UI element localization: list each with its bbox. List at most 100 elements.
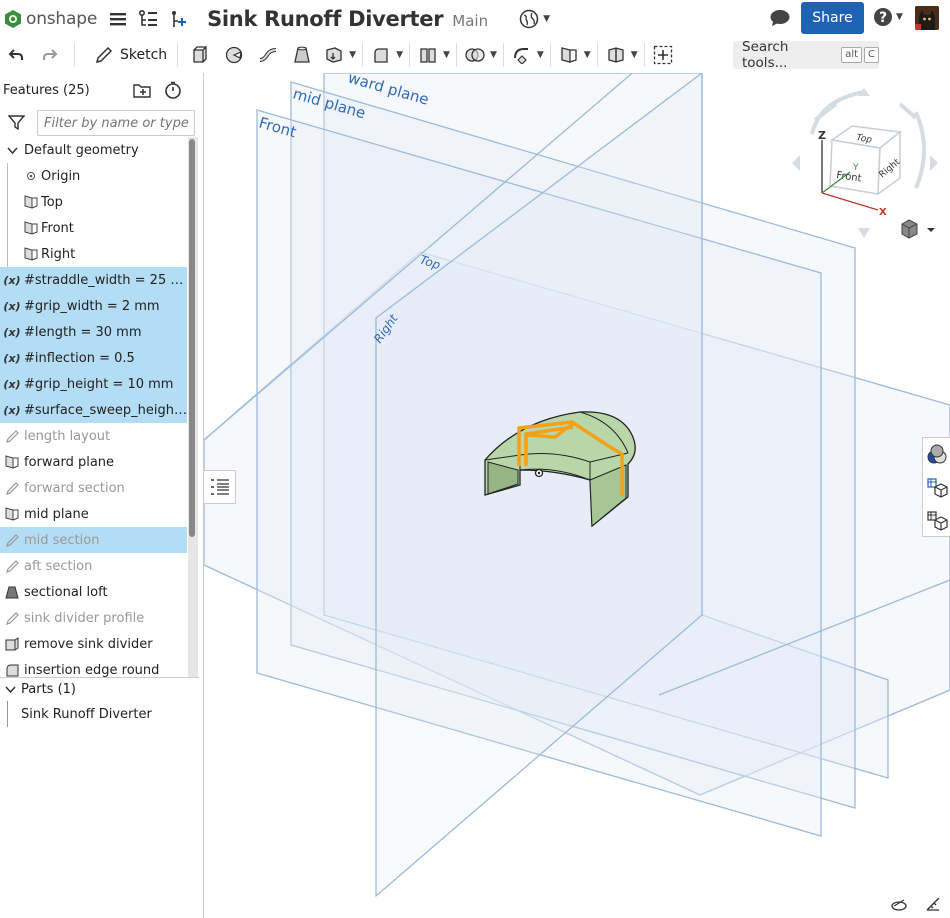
search-tools-button[interactable]: Search tools... alt C (733, 39, 879, 71)
variable-icon: (x) (3, 351, 21, 365)
extrude-icon (0, 637, 24, 651)
feature-item[interactable]: (x) #length = 30 mm (0, 319, 187, 345)
shell-icon[interactable] (416, 40, 440, 70)
feature-item[interactable]: Origin (0, 163, 187, 189)
tree-line (7, 215, 8, 241)
chevron-down-icon[interactable]: ▼ (543, 14, 550, 24)
sweep-icon[interactable] (256, 40, 280, 70)
branch-name[interactable]: Main (452, 12, 488, 30)
feature-filter-input[interactable] (37, 110, 195, 136)
axis-z-label: Z (818, 129, 826, 142)
extrude-icon[interactable] (188, 40, 212, 70)
feature-item[interactable]: remove sink divider (0, 631, 187, 657)
feature-item[interactable]: Top (0, 189, 187, 215)
chevron-down-icon[interactable]: ▼ (584, 50, 591, 60)
model-canvas[interactable]: ward plane mid plane Front Top Right Top… (204, 73, 950, 918)
feature-label: aft section (24, 558, 93, 574)
sketch-label: Sketch (120, 47, 168, 63)
loft-icon[interactable] (290, 40, 314, 70)
shortcut-key: alt (841, 47, 863, 63)
feature-label: Default geometry (24, 142, 139, 158)
feature-item[interactable]: length layout (0, 423, 187, 449)
view-cube[interactable]: Top Front Right Z Y X (792, 88, 938, 238)
chevron-down-icon[interactable]: ▼ (443, 50, 450, 60)
redo-icon[interactable] (40, 40, 60, 70)
undo-icon[interactable] (6, 40, 26, 70)
feature-item[interactable]: forward section (0, 475, 187, 501)
chevron-down-icon[interactable]: ▼ (396, 50, 403, 60)
feature-item[interactable]: mid section (0, 527, 187, 553)
feature-item[interactable]: (x) #grip_height = 10 mm (0, 371, 187, 397)
revolve-icon[interactable] (222, 40, 246, 70)
rollback-timer-icon[interactable] (164, 81, 182, 103)
split-icon[interactable] (604, 40, 628, 70)
help-menu[interactable]: ? ▼ (873, 7, 903, 27)
filter-row (0, 107, 203, 137)
plane-icon (0, 455, 24, 469)
parts-header[interactable]: Parts (1) (0, 677, 199, 701)
globe-icon[interactable] (518, 8, 540, 30)
feature-item[interactable]: (x) #grip_width = 2 mm (0, 293, 187, 319)
fillet-icon (0, 663, 24, 677)
feature-item[interactable]: insertion edge round (0, 657, 187, 677)
chevron-down-icon[interactable]: ▼ (349, 50, 356, 60)
appearance-icon[interactable] (923, 438, 950, 471)
feature-panel-toggle[interactable] (204, 470, 236, 504)
menu-icon[interactable] (107, 8, 129, 30)
measure-icon[interactable] (890, 896, 908, 915)
graphics-viewport[interactable]: ward plane mid plane Front Top Right Top… (204, 73, 950, 918)
toolbar-divider (502, 43, 504, 67)
fillet-icon[interactable] (369, 40, 393, 70)
plane-icon (21, 221, 41, 235)
share-button[interactable]: Share (801, 2, 864, 34)
feature-item[interactable]: sectional loft (0, 579, 187, 605)
view-mode-dropdown[interactable] (901, 219, 935, 239)
feature-item[interactable]: (x) #straddle_width = 25 m... (0, 267, 187, 293)
toolbar-divider (596, 43, 598, 67)
top-header: onshape Sink Runoff Diverter Main ▼ Shar… (0, 0, 950, 37)
variable-icon: (x) (3, 403, 21, 417)
sketch-button[interactable]: Sketch (91, 40, 171, 70)
transform-icon[interactable] (510, 40, 534, 70)
sketch-icon (0, 611, 24, 626)
configurations-icon[interactable] (923, 504, 950, 537)
right-panel-tabs (922, 437, 950, 537)
feature-item[interactable]: mid plane (0, 501, 187, 527)
feature-label: forward plane (24, 454, 115, 470)
feature-label: #inflection = 0.5 (24, 350, 135, 366)
feature-scrollbar-thumb[interactable] (189, 139, 195, 537)
feature-item[interactable]: Right (0, 241, 187, 267)
chevron-down-icon[interactable]: ▼ (537, 50, 544, 60)
feature-item[interactable]: sink divider profile (0, 605, 187, 631)
feature-label: sink divider profile (24, 610, 145, 626)
units-icon[interactable] (924, 896, 942, 916)
feature-list-icon[interactable] (137, 8, 159, 30)
feature-item[interactable]: forward plane (0, 449, 187, 475)
tree-line (7, 163, 8, 189)
variable-insert-icon[interactable] (167, 8, 189, 30)
document-title[interactable]: Sink Runoff Diverter (207, 7, 443, 31)
feature-item[interactable]: (x) #inflection = 0.5 (0, 345, 187, 371)
boolean-icon[interactable] (463, 40, 487, 70)
chevron-down-icon (0, 146, 24, 154)
plane-icon[interactable] (557, 40, 581, 70)
tree-group-header[interactable]: Default geometry (0, 137, 187, 163)
filter-icon[interactable] (7, 114, 26, 135)
feature-label: #length = 30 mm (24, 324, 142, 340)
comment-icon[interactable] (769, 8, 791, 32)
chevron-down-icon[interactable]: ▼ (490, 50, 497, 60)
part-item[interactable]: Sink Runoff Diverter (0, 701, 199, 727)
thicken-icon[interactable] (322, 40, 346, 70)
onshape-logo[interactable]: onshape (4, 9, 97, 29)
tree-line (7, 701, 8, 727)
feature-item[interactable]: (x) #surface_sweep_height... (0, 397, 187, 423)
chevron-down-icon[interactable]: ▼ (631, 50, 638, 60)
feature-item[interactable]: Front (0, 215, 187, 241)
add-custom-feature-icon[interactable] (651, 40, 675, 70)
feature-item[interactable]: aft section (0, 553, 187, 579)
feature-label: length layout (24, 428, 111, 444)
add-folder-icon[interactable] (133, 82, 152, 102)
plane-icon (21, 247, 41, 261)
avatar[interactable] (915, 6, 939, 30)
mass-properties-icon[interactable] (923, 471, 950, 504)
